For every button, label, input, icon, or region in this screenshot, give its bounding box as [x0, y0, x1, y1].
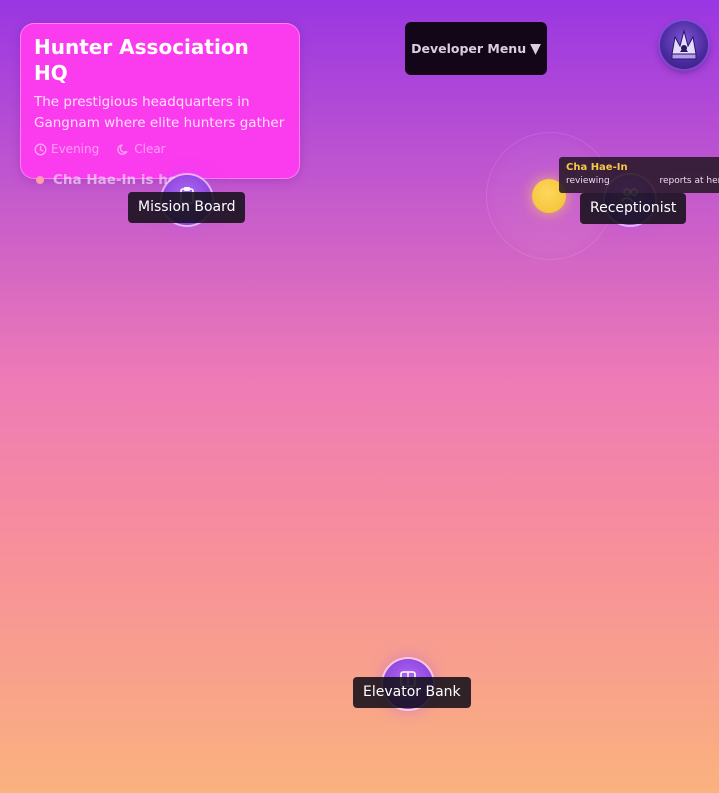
weather-label: Clear — [134, 142, 166, 156]
caret-down-icon: ▼ — [530, 40, 541, 57]
clock-icon — [34, 143, 47, 156]
time-of-day: Evening — [34, 141, 99, 157]
elevator-bank-label[interactable]: Elevator Bank — [353, 677, 471, 708]
location-card: Hunter Association HQ The prestigious he… — [20, 23, 300, 188]
presence-dot-icon — [36, 176, 44, 184]
location-description: The prestigious headquarters in Gangnam … — [34, 94, 285, 131]
crown-crest-icon[interactable] — [660, 21, 708, 69]
character-tooltip: Cha Hae-In reviewing reports at her de — [559, 157, 719, 193]
time-of-day-label: Evening — [51, 142, 100, 156]
character-presence: Cha Hae-In is here — [34, 172, 286, 188]
character-activity-end: reports at her de — [659, 176, 719, 186]
character-name: Cha Hae-In — [566, 162, 628, 173]
character-activity: reviewing reports at her de — [566, 175, 719, 188]
developer-menu-button[interactable]: Developer Menu ▼ — [405, 22, 547, 75]
location-title: Hunter Association HQ — [34, 35, 249, 85]
location-scene: Hunter Association HQ The prestigious he… — [0, 0, 719, 793]
mission-board-label[interactable]: Mission Board — [128, 192, 246, 223]
location-conditions: Evening Clear — [34, 141, 286, 157]
character-activity-start: reviewing — [566, 176, 610, 186]
developer-menu-label: Developer Menu — [411, 41, 527, 56]
receptionist-label[interactable]: Receptionist — [580, 193, 687, 224]
moon-icon — [117, 143, 130, 156]
weather: Clear — [117, 141, 166, 157]
